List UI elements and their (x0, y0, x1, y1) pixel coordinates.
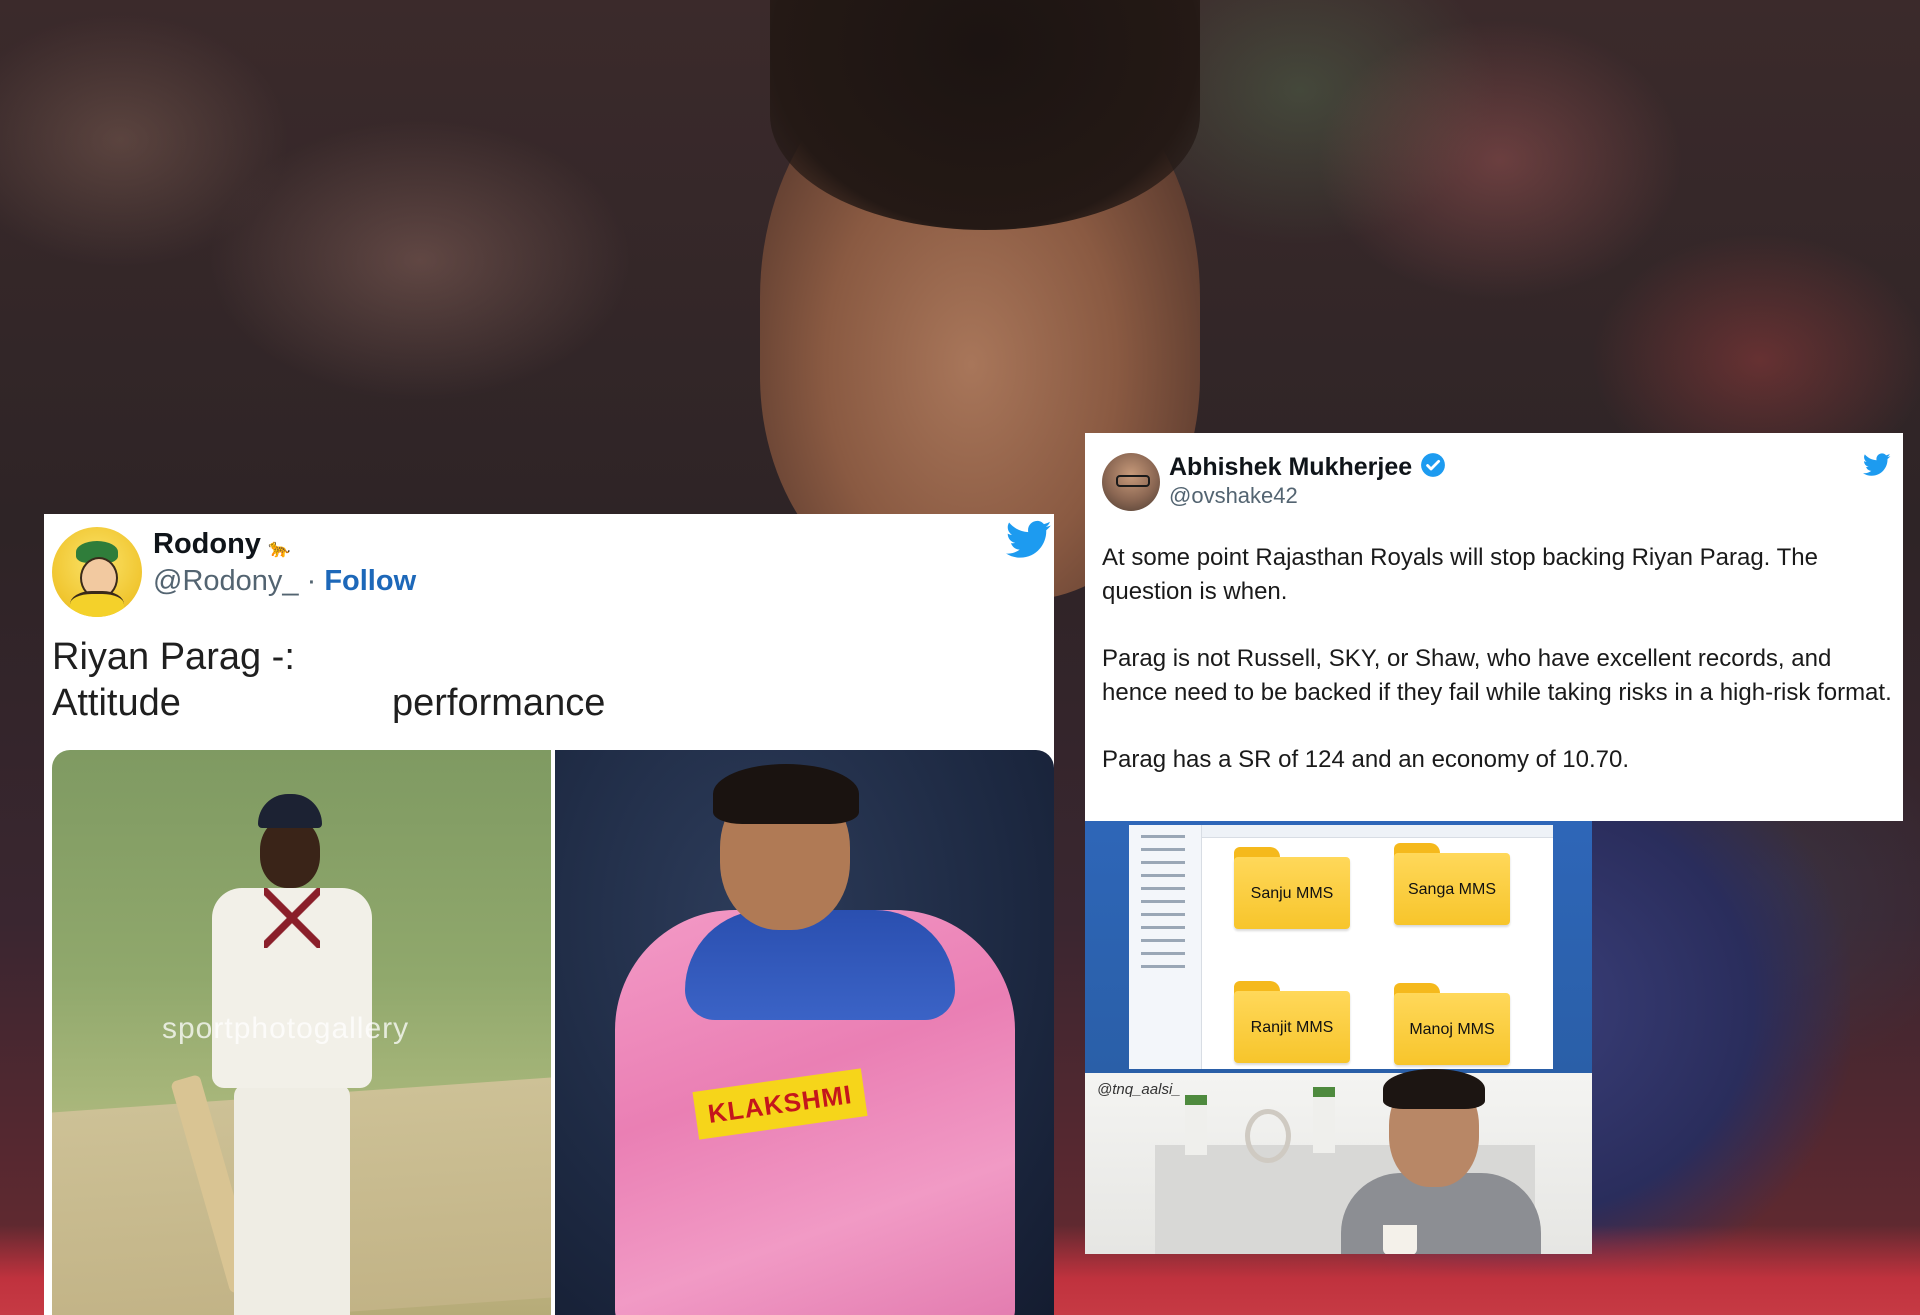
separator: · (298, 565, 325, 597)
tweet-text-line: Riyan Parag -: (52, 636, 295, 678)
user-handle[interactable]: @Rodony_ (153, 565, 299, 597)
tweet-text: Riyan Parag -: Attitude performance (52, 634, 605, 726)
display-name[interactable]: Abhishek Mukherjee (1169, 453, 1412, 482)
avatar[interactable] (52, 527, 142, 617)
folder-label: Sanga MMS (1407, 881, 1497, 898)
meme-credit: @tnq_aalsi_ (1097, 1081, 1181, 1098)
media-image-cricketer[interactable]: sportphotogallery (52, 750, 551, 1315)
meme-image[interactable]: Sanju MMS Sanga MMS Ranjit MMS Manoj MMS… (1085, 821, 1592, 1254)
folder-label: Manoj MMS (1409, 1021, 1495, 1038)
profile-badge-icon: 🐆 (268, 538, 291, 558)
folder-icon[interactable]: Sanju MMS (1234, 847, 1350, 929)
folder-label: Ranjit MMS (1250, 1019, 1334, 1036)
tweet-text-line: Attitude performance (52, 682, 606, 724)
tweet-paragraph: At some point Rajasthan Royals will stop… (1102, 544, 1818, 605)
tweet-paragraph: Parag is not Russell, SKY, or Shaw, who … (1102, 645, 1892, 706)
media-image-riyan-parag[interactable]: KLAKSHMI (555, 750, 1054, 1315)
explorer-nav-pane (1129, 825, 1202, 1069)
tweet-card-abhishek: Abhishek Mukherjee @ovshake42 At some po… (1085, 433, 1903, 821)
file-explorer-window: Sanju MMS Sanga MMS Ranjit MMS Manoj MMS (1085, 821, 1592, 1073)
user-handle[interactable]: @ovshake42 (1169, 483, 1298, 509)
tweet-text: At some point Rajasthan Royals will stop… (1102, 541, 1894, 810)
background-player-hair (770, 0, 1200, 230)
tweet-media[interactable]: sportphotogallery KLAKSHMI (52, 750, 1054, 1315)
display-name[interactable]: Rodony (153, 528, 261, 561)
avatar[interactable] (1102, 453, 1160, 511)
verified-badge-icon (1421, 453, 1445, 477)
follow-button[interactable]: Follow (324, 565, 416, 597)
tweet-paragraph: Parag has a SR of 124 and an economy of … (1102, 746, 1630, 773)
tweet-card-rodony: Rodony 🐆 @Rodony_ · Follow Riyan Parag -… (44, 514, 1054, 1315)
twitter-bird-icon[interactable] (1863, 453, 1891, 477)
folder-label: Sanju MMS (1250, 885, 1334, 902)
cricketer-figure (170, 794, 392, 1315)
twitter-bird-icon[interactable] (1006, 520, 1052, 560)
image-watermark: sportphotogallery (162, 1012, 410, 1045)
meme-reaction-photo: @tnq_aalsi_ (1085, 1069, 1592, 1254)
folder-icon[interactable]: Sanga MMS (1394, 843, 1510, 925)
folder-icon[interactable]: Manoj MMS (1394, 983, 1510, 1065)
folder-icon[interactable]: Ranjit MMS (1234, 981, 1350, 1063)
handle-row: @Rodony_ · Follow (153, 565, 416, 598)
